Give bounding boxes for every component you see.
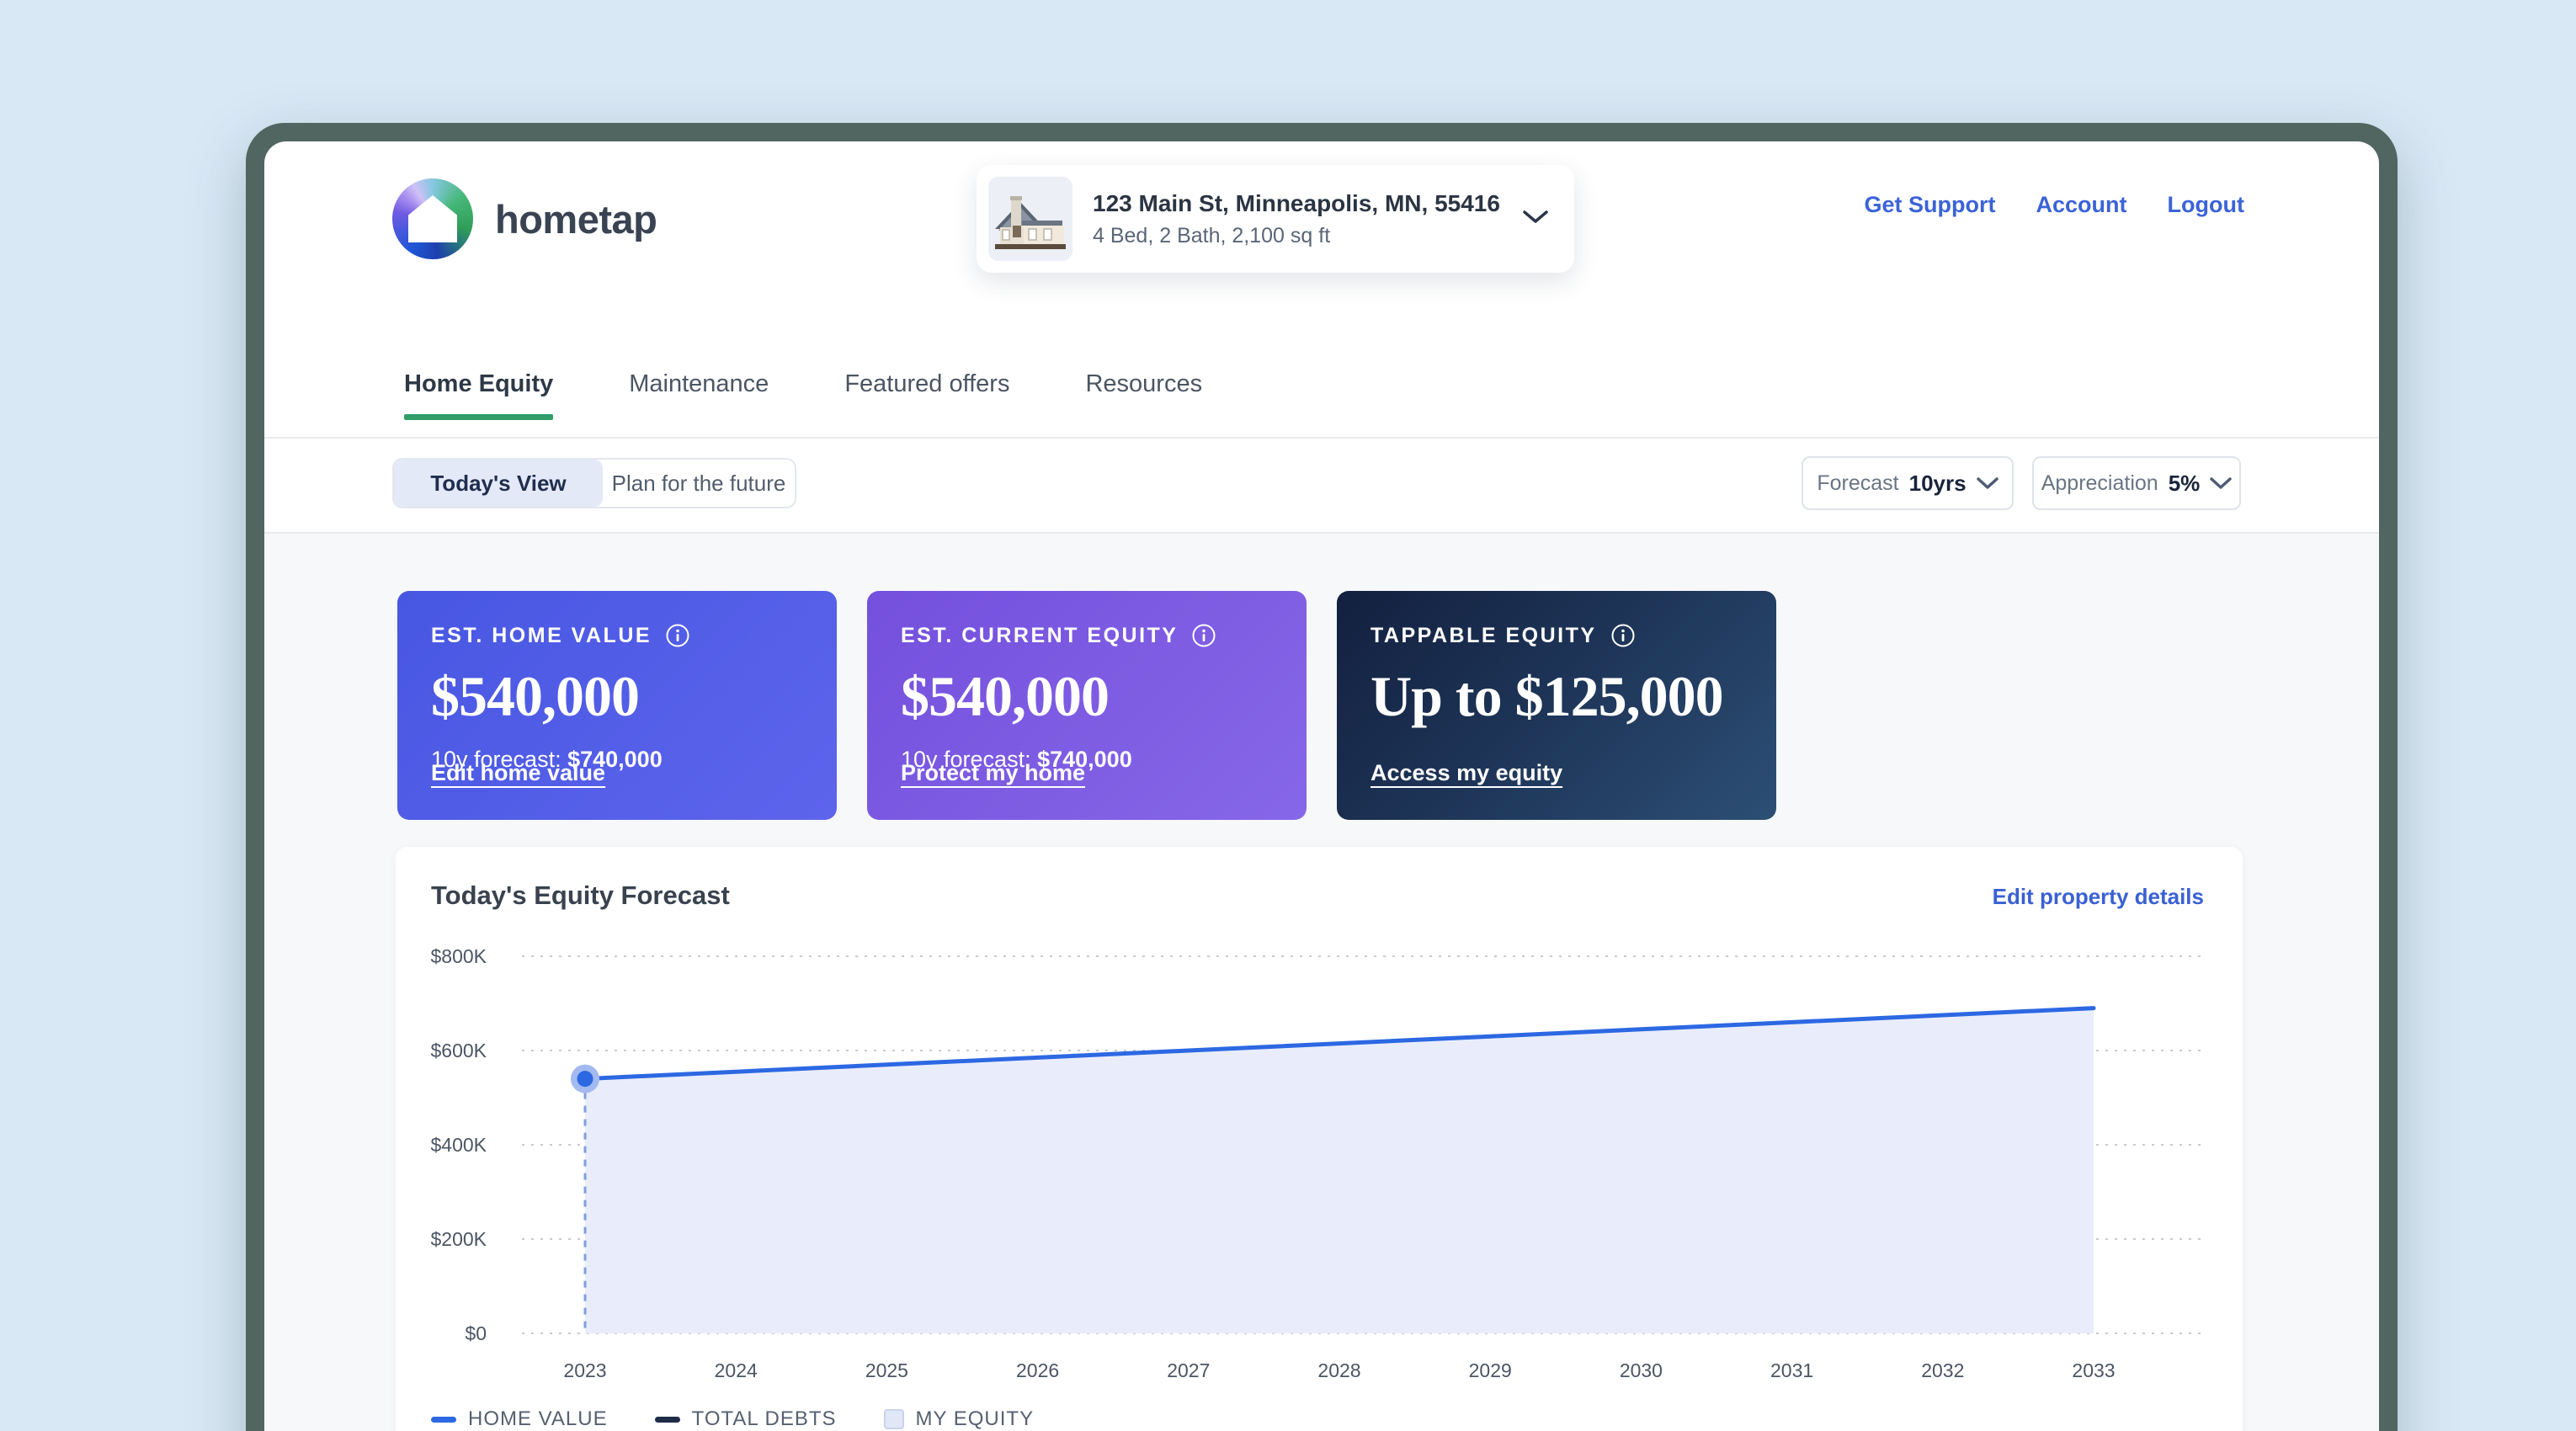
legend-home-value: HOME VALUE [431, 1407, 608, 1431]
svg-text:2033: 2033 [2072, 1359, 2115, 1381]
legend-total-debts: TOTAL DEBTS [655, 1407, 837, 1431]
get-support-link[interactable]: Get Support [1865, 192, 1996, 218]
forecast-value: 10yrs [1909, 471, 1967, 497]
equity-chart-svg: $0 $200K $400K $600K $800K 2023 2024 2025 2026 20… [396, 847, 2243, 1431]
info-icon[interactable] [1610, 623, 1636, 648]
svg-text:2025: 2025 [865, 1359, 908, 1381]
logout-link[interactable]: Logout [2168, 192, 2244, 218]
info-icon[interactable] [665, 623, 690, 648]
svg-text:2026: 2026 [1016, 1359, 1059, 1381]
svg-text:$400K: $400K [430, 1134, 487, 1156]
tab-resources[interactable]: Resources [1085, 370, 1202, 420]
plan-future-toggle[interactable]: Plan for the future [603, 460, 795, 507]
appreciation-label: Appreciation [2041, 471, 2158, 496]
svg-text:2030: 2030 [1620, 1359, 1663, 1381]
svg-text:2028: 2028 [1317, 1359, 1360, 1381]
svg-text:2023: 2023 [563, 1359, 606, 1381]
property-info: 123 Main St, Minneapolis, MN, 55416 4 Be… [1093, 190, 1522, 248]
tab-featured-offers[interactable]: Featured offers [844, 370, 1009, 420]
svg-text:$600K: $600K [430, 1040, 487, 1061]
my-equity-swatch [884, 1409, 904, 1429]
app-screen: hometap [0, 0, 2576, 1431]
property-selector[interactable]: 123 Main St, Minneapolis, MN, 55416 4 Be… [977, 165, 1574, 273]
tappable-equity-card: TAPPABLE EQUITY Up to $125,000 Access my… [1337, 591, 1776, 820]
home-value-swatch [431, 1417, 456, 1423]
svg-text:2029: 2029 [1469, 1359, 1512, 1381]
svg-text:2024: 2024 [715, 1359, 758, 1381]
forecast-label: Forecast [1817, 471, 1898, 496]
home-value-card: EST. HOME VALUE $540,000 10y forecast: $… [397, 591, 837, 820]
chevron-down-icon[interactable] [1522, 210, 1549, 229]
hometap-logo: hometap [392, 178, 657, 259]
view-toggle: Today's View Plan for the future [392, 458, 796, 508]
total-debts-swatch [655, 1417, 680, 1423]
tab-home-equity[interactable]: Home Equity [404, 370, 553, 420]
card-label: TAPPABLE EQUITY [1370, 624, 1597, 648]
forecast-dropdown[interactable]: Forecast 10yrs [1802, 456, 2014, 510]
house-glyph [408, 195, 457, 242]
chart-legend: HOME VALUE TOTAL DEBTS MY EQUITY [431, 1407, 1034, 1431]
svg-text:2031: 2031 [1770, 1359, 1813, 1381]
card-label: EST. HOME VALUE [431, 624, 652, 648]
svg-text:2027: 2027 [1167, 1359, 1210, 1381]
current-equity-card: EST. CURRENT EQUITY $540,000 10y forecas… [867, 591, 1307, 820]
info-icon[interactable] [1191, 623, 1216, 648]
svg-text:$200K: $200K [430, 1228, 487, 1250]
legend-my-equity: MY EQUITY [884, 1407, 1035, 1431]
svg-text:$800K: $800K [430, 945, 487, 967]
chevron-down-icon [1977, 477, 1999, 490]
tappable-equity-amount: Up to $125,000 [1370, 663, 1743, 730]
app-window: hometap [264, 141, 2379, 1431]
tabs-divider [264, 437, 2379, 439]
house-illustration [988, 177, 1072, 261]
tab-maintenance[interactable]: Maintenance [629, 370, 769, 420]
hometap-logo-icon [392, 178, 473, 259]
chevron-down-icon [2210, 477, 2232, 490]
home-value-amount: $540,000 [431, 663, 803, 730]
appreciation-dropdown[interactable]: Appreciation 5% [2032, 456, 2241, 510]
edit-home-value-link[interactable]: Edit home value [431, 760, 605, 786]
todays-view-toggle[interactable]: Today's View [394, 460, 603, 507]
brand-name: hometap [495, 196, 657, 242]
equity-forecast-card: Today's Equity Forecast Edit property de… [396, 847, 2243, 1431]
property-thumbnail [988, 177, 1072, 261]
main-tabs: Home Equity Maintenance Featured offers … [404, 370, 1202, 420]
appreciation-value: 5% [2169, 471, 2201, 497]
protect-my-home-link[interactable]: Protect my home [901, 760, 1085, 786]
svg-text:$0: $0 [465, 1322, 487, 1344]
svg-text:2032: 2032 [1921, 1359, 1964, 1381]
window-frame: hometap [246, 123, 2398, 1431]
access-my-equity-link[interactable]: Access my equity [1370, 760, 1562, 786]
property-address: 123 Main St, Minneapolis, MN, 55416 [1093, 190, 1522, 217]
account-link[interactable]: Account [2036, 192, 2127, 218]
current-equity-amount: $540,000 [901, 663, 1273, 730]
account-nav: Get Support Account Logout [1904, 189, 2244, 221]
card-label: EST. CURRENT EQUITY [901, 624, 1178, 648]
property-details: 4 Bed, 2 Bath, 2,100 sq ft [1093, 224, 1522, 248]
